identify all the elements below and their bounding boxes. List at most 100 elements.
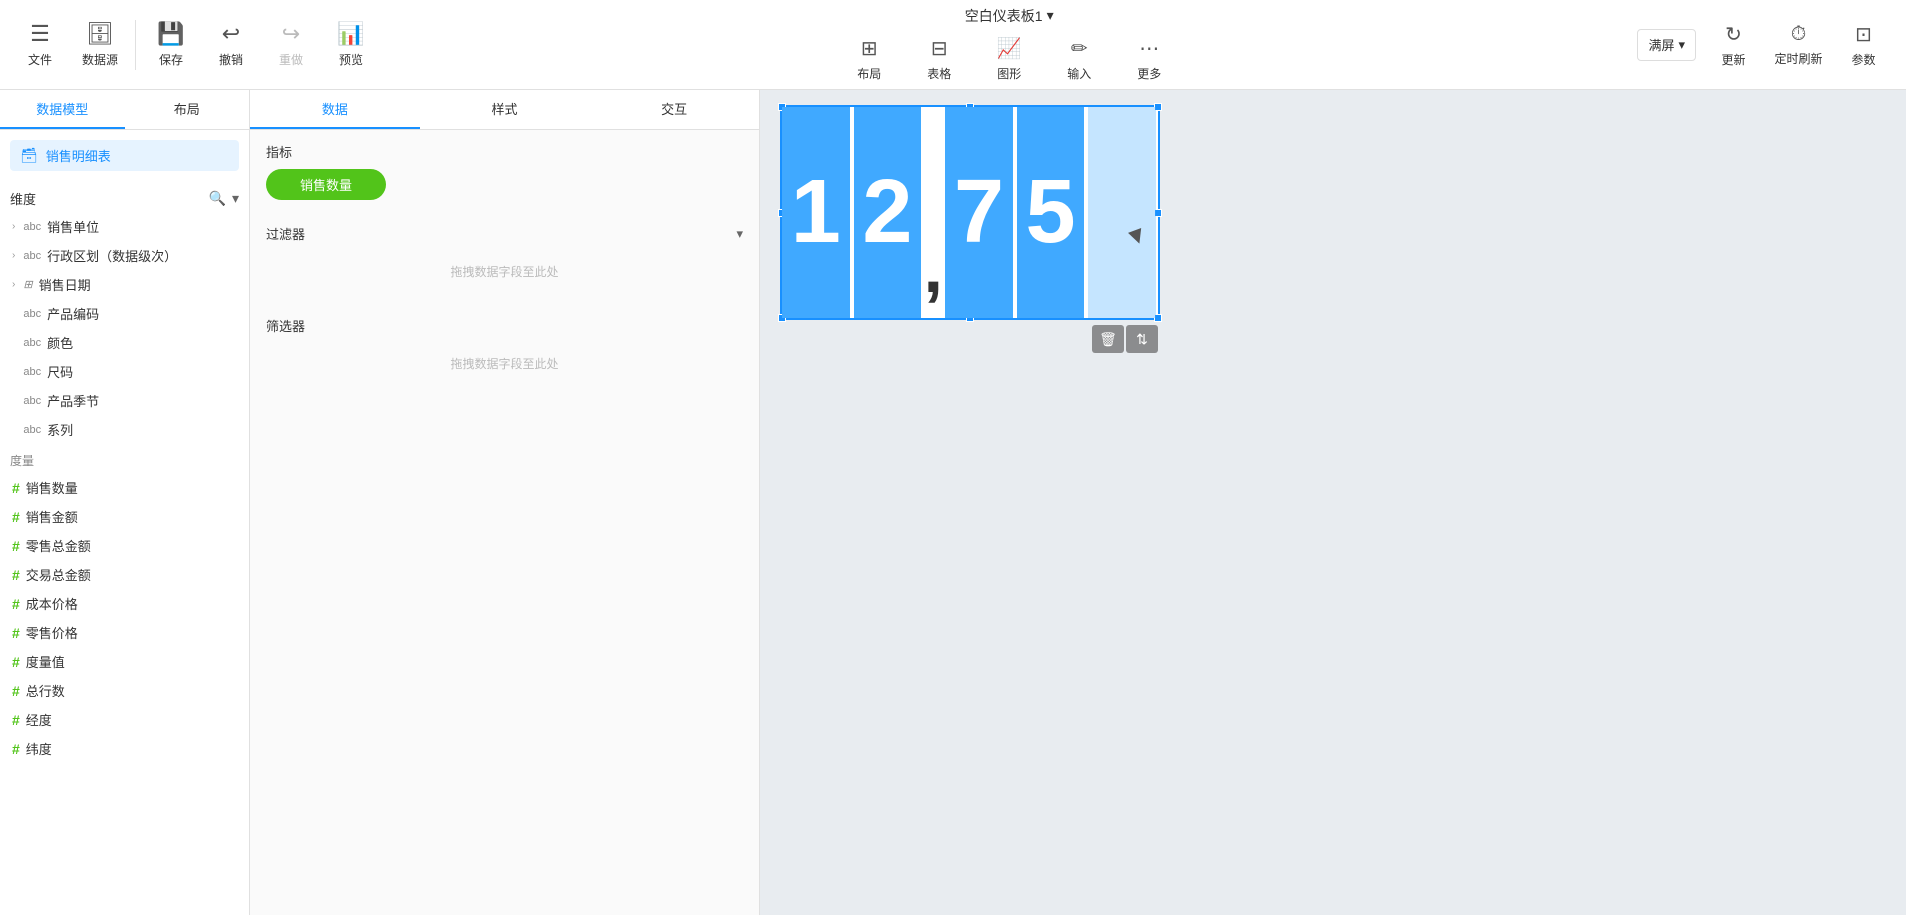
canvas-area[interactable]: 1 2 , 7 5 🗑: [760, 90, 1906, 915]
collapse-icon[interactable]: ▾: [736, 226, 743, 242]
params-icon: ⊡: [1855, 22, 1872, 47]
search-icon[interactable]: 🔍: [209, 190, 226, 207]
measure-item-measure-val[interactable]: # 度量值: [4, 647, 245, 676]
dim-item-series[interactable]: › abc 系列: [4, 415, 245, 444]
layout-label: 布局: [857, 65, 881, 82]
tab-style[interactable]: 样式: [420, 90, 590, 129]
dim-label: 产品编码: [47, 304, 99, 323]
more-icon: ⋯: [1139, 36, 1159, 61]
middle-panel: 数据 样式 交互 指标 销售数量 过滤器 ▾ 拖拽数据字段至此处: [250, 90, 760, 915]
dim-label: 尺码: [47, 362, 73, 381]
number-widget[interactable]: 1 2 , 7 5 🗑: [780, 105, 1160, 320]
tab-data-label: 数据: [322, 99, 348, 118]
refresh-icon: ↻: [1725, 22, 1742, 47]
expand-icon: ›: [12, 279, 15, 290]
tab-data-model[interactable]: 数据模型: [0, 90, 125, 129]
tab-data[interactable]: 数据: [250, 90, 420, 129]
screen-drop-area[interactable]: 拖拽数据字段至此处: [266, 343, 743, 384]
measure-item-sales-qty[interactable]: # 销售数量: [4, 473, 245, 502]
datasource-button[interactable]: 🗄 数据源: [70, 5, 130, 85]
dim-item-color[interactable]: › abc 颜色: [4, 328, 245, 357]
tab-layout[interactable]: 布局: [125, 90, 250, 129]
measure-item-total-rows[interactable]: # 总行数: [4, 676, 245, 705]
move-icon: ⇅: [1136, 331, 1148, 348]
chevron-down-icon: ▾: [1678, 37, 1685, 53]
measure-label: 销售数量: [26, 478, 78, 497]
params-button[interactable]: ⊡ 参数: [1831, 5, 1896, 85]
widget-actions: 🗑 ⇅: [1092, 325, 1158, 353]
measure-label: 销售金额: [26, 507, 78, 526]
input-button[interactable]: ✏ 输入: [1044, 34, 1114, 84]
database-icon: 🗃: [20, 147, 38, 164]
save-button[interactable]: 💾 保存: [141, 5, 201, 85]
screen-section: 筛选器 拖拽数据字段至此处: [250, 304, 759, 396]
toolbar-left: ☰ 文件 🗄 数据源 💾 保存 ↩ 撤销 ↪ 重做 📊 预览: [10, 5, 381, 85]
data-model-item[interactable]: 🗃 销售明细表: [10, 140, 239, 171]
file-button[interactable]: ☰ 文件: [10, 5, 70, 85]
redo-button[interactable]: ↪ 重做: [261, 5, 321, 85]
measure-item-trade-total[interactable]: # 交易总金额: [4, 560, 245, 589]
dim-item-sales-unit[interactable]: › abc 销售单位: [4, 212, 245, 241]
fullscreen-button[interactable]: 满屏 ▾: [1637, 29, 1696, 61]
dim-item-season[interactable]: › abc 产品季节: [4, 386, 245, 415]
table-label: 表格: [927, 65, 951, 82]
dim-item-size[interactable]: › abc 尺码: [4, 357, 245, 386]
abc-icon: abc: [23, 308, 41, 320]
undo-button[interactable]: ↩ 撤销: [201, 5, 261, 85]
dim-item-region[interactable]: › abc 行政区划（数据级次）: [4, 241, 245, 270]
chart-button[interactable]: 📈 图形: [974, 34, 1044, 84]
params-label: 参数: [1851, 51, 1875, 68]
measure-item-latitude[interactable]: # 纬度: [4, 734, 245, 763]
measure-label: 零售价格: [26, 623, 78, 642]
measure-label: 总行数: [26, 681, 65, 700]
tab-layout-label: 布局: [174, 99, 200, 118]
dim-item-date[interactable]: › ⊞ 销售日期: [4, 270, 245, 299]
tab-style-label: 样式: [492, 99, 518, 118]
undo-label: 撤销: [219, 51, 243, 68]
dim-item-product-code[interactable]: › abc 产品编码: [4, 299, 245, 328]
more-button[interactable]: ⋯ 更多: [1114, 34, 1184, 84]
filter-placeholder-text: 拖拽数据字段至此处: [450, 265, 558, 279]
hamburger-icon: ☰: [30, 21, 50, 47]
file-label: 文件: [28, 51, 52, 68]
measure-item-retail-total[interactable]: # 零售总金额: [4, 531, 245, 560]
title-center: 空白仪表板1 ▾ ⊞ 布局 ⊟ 表格 📈 图形 ✏ 输入: [834, 6, 1184, 84]
chevron-down-icon[interactable]: ▾: [232, 190, 239, 207]
dim-label: 系列: [47, 420, 73, 439]
preview-button[interactable]: 📊 预览: [321, 5, 381, 85]
input-label: 输入: [1067, 65, 1091, 82]
measure-item-longitude[interactable]: # 经度: [4, 705, 245, 734]
update-button[interactable]: ↻ 更新: [1701, 5, 1766, 85]
timer-button[interactable]: ⏱ 定时刷新: [1766, 5, 1831, 85]
measure-item-sales-amount[interactable]: # 销售金额: [4, 502, 245, 531]
save-icon: 💾: [157, 21, 184, 47]
abc-icon: abc: [23, 424, 41, 436]
timer-label: 定时刷新: [1774, 50, 1822, 67]
delete-widget-button[interactable]: 🗑: [1092, 325, 1124, 353]
tab-interaction[interactable]: 交互: [589, 90, 759, 129]
indicator-tag[interactable]: 销售数量: [266, 169, 386, 200]
measure-item-retail-price[interactable]: # 零售价格: [4, 618, 245, 647]
dim-label: 销售单位: [47, 217, 99, 236]
measure-label: 度量值: [26, 652, 65, 671]
preview-label: 预览: [339, 51, 363, 68]
dimensions-header: 维度 🔍 ▾: [0, 181, 249, 212]
filter-drop-area[interactable]: 拖拽数据字段至此处: [266, 251, 743, 292]
save-label: 保存: [159, 51, 183, 68]
digit-value: 2: [862, 161, 912, 264]
measures-title: 度量: [10, 454, 34, 468]
measure-item-cost-price[interactable]: # 成本价格: [4, 589, 245, 618]
table-button[interactable]: ⊟ 表格: [904, 34, 974, 84]
indicators-title: 指标: [266, 142, 743, 161]
layout-button[interactable]: ⊞ 布局: [834, 34, 904, 84]
move-widget-button[interactable]: ⇅: [1126, 325, 1158, 353]
dashboard-title[interactable]: 空白仪表板1 ▾: [965, 6, 1054, 26]
title-dropdown-icon: ▾: [1047, 7, 1054, 24]
filter-header: 过滤器 ▾: [266, 224, 743, 243]
abc-icon: abc: [23, 221, 41, 233]
dim-label: 销售日期: [39, 275, 91, 294]
filter-section: 过滤器 ▾ 拖拽数据字段至此处: [250, 212, 759, 304]
data-model-section: 🗃 销售明细表: [0, 130, 249, 181]
measure-label: 成本价格: [26, 594, 78, 613]
abc-icon: abc: [23, 395, 41, 407]
